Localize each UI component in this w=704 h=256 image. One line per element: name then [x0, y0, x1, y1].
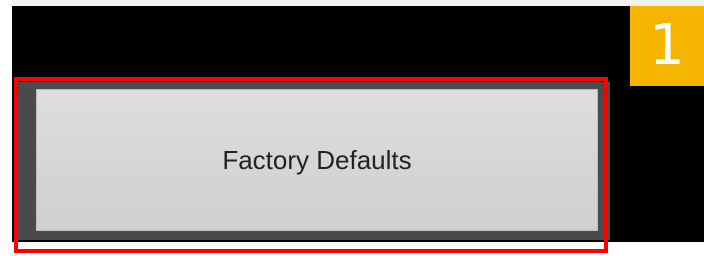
- factory-defaults-button[interactable]: Factory Defaults: [36, 89, 598, 231]
- factory-defaults-label: Factory Defaults: [222, 144, 412, 175]
- step-number-badge: 1: [630, 6, 704, 86]
- top-strip: [12, 0, 704, 6]
- bottom-margin: [0, 242, 704, 256]
- left-margin: [0, 0, 12, 256]
